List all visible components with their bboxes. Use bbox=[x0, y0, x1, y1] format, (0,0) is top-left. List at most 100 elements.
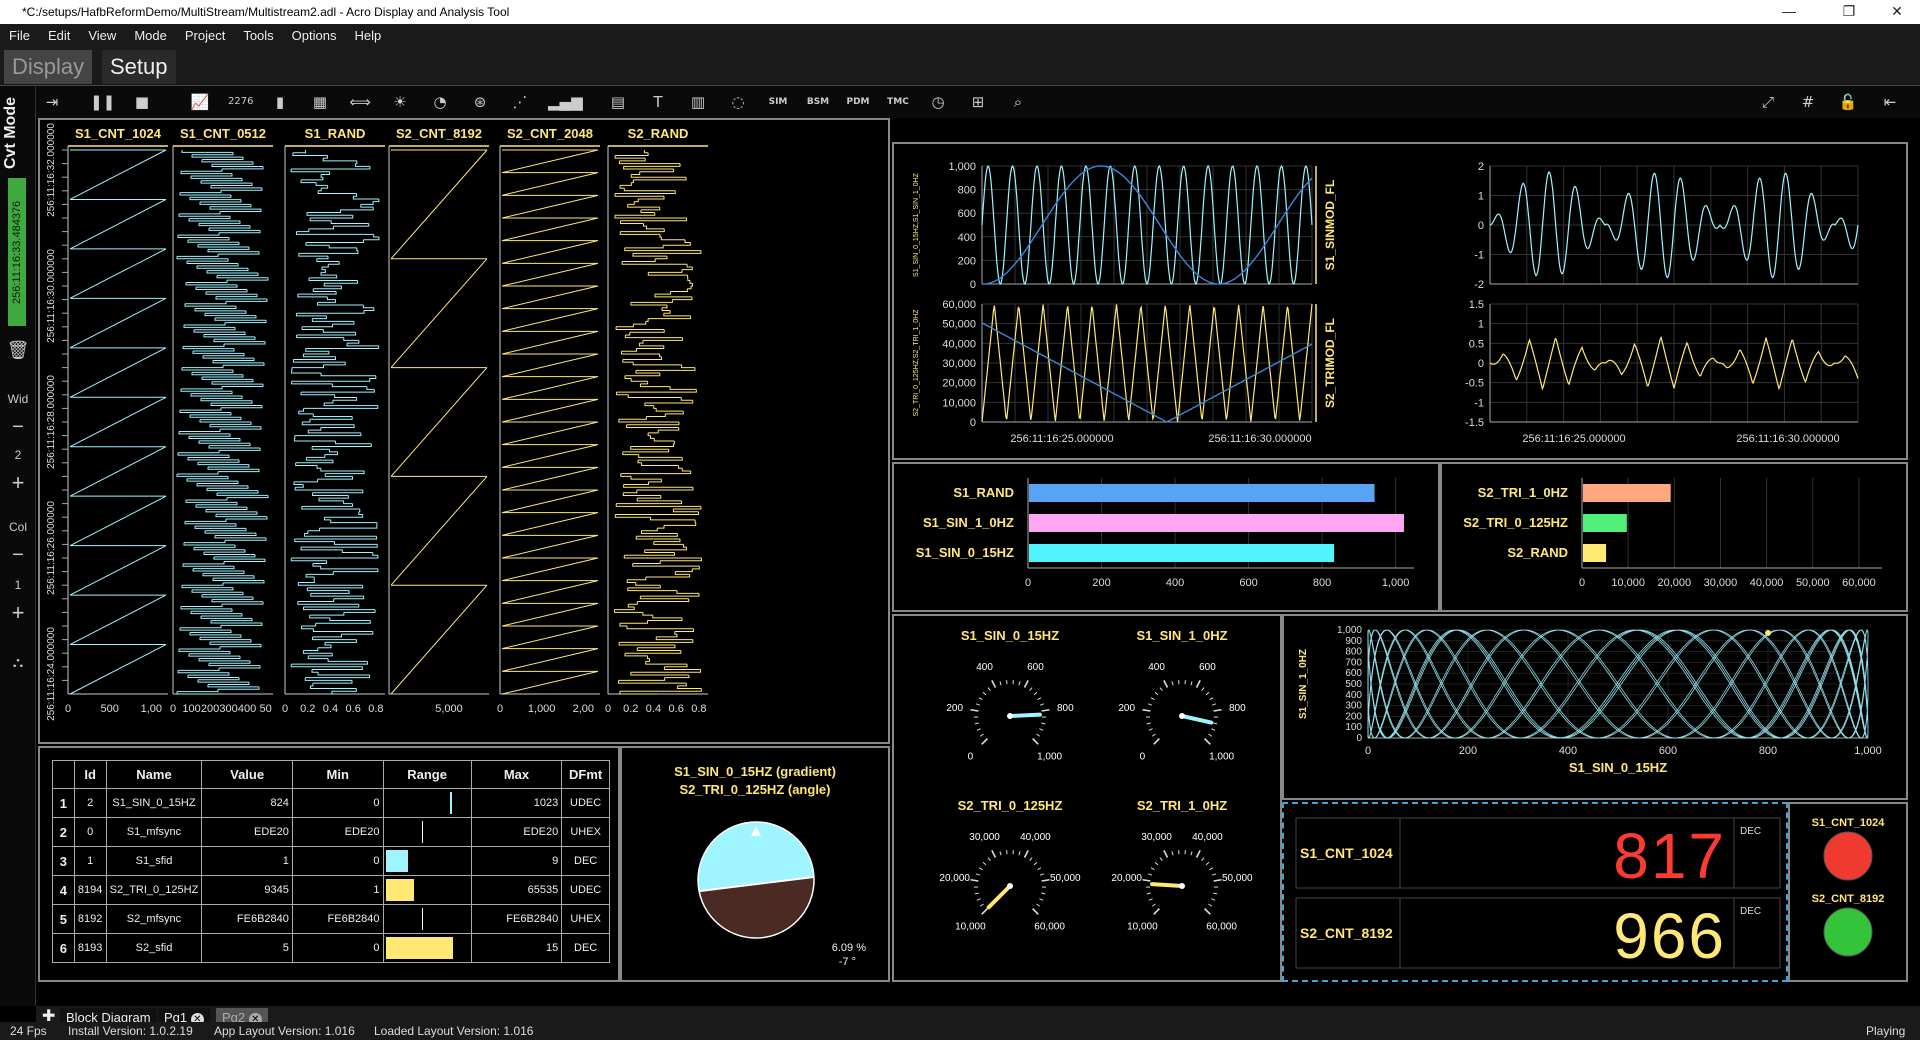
column-increase-button[interactable]: + bbox=[0, 600, 36, 626]
line-chart-svg[interactable]: 1,0008006004002000S1_SINMOD_FLS1_SIN_0_1… bbox=[894, 144, 1906, 458]
menu-help[interactable]: Help bbox=[345, 28, 390, 43]
table-row[interactable]: 5 8192 S2_mfsync FE6B2840 FE6B2840 FE6B2840 UH… bbox=[52, 904, 610, 934]
strip-chart-svg[interactable]: S1_CNT_10240 500 1,00S1_CNT_05120 100 200 300… bbox=[40, 120, 888, 742]
time-icon[interactable]: ◷ bbox=[926, 90, 950, 114]
document-icon[interactable]: ▤ bbox=[606, 90, 630, 114]
clock-dial-icon[interactable]: ◌ bbox=[726, 90, 750, 114]
strip-x-tick: 0.4 bbox=[646, 703, 661, 715]
line-chart-panel[interactable]: 1,000 800 600 400 200 0 S1_SINMOD_FL S1_SIN_0_1… bbox=[892, 142, 1908, 460]
gauge-tick bbox=[976, 898, 981, 901]
bsm-icon[interactable]: BSM bbox=[806, 90, 830, 114]
table-row[interactable]: 1 2 S1_SIN_0_15HZ 824 0 1023 UDEC bbox=[52, 788, 610, 818]
x-tick-label: 256:11:16:30.000000 bbox=[1208, 433, 1311, 445]
gauge-tick-label: 600 bbox=[1027, 662, 1044, 673]
numeric-display-icon[interactable]: 2276 bbox=[228, 90, 253, 114]
inspect-icon[interactable]: ⌕ bbox=[1006, 90, 1030, 114]
header-range[interactable]: Range bbox=[382, 760, 472, 789]
header-name[interactable]: Name bbox=[105, 760, 203, 789]
width-decrease-button[interactable]: − bbox=[0, 416, 36, 439]
strip-x-tick: 0 bbox=[170, 703, 176, 715]
xy-plot-svg[interactable]: 1,00090080070060050040030020010000 200 400… bbox=[1284, 616, 1906, 798]
table-row[interactable]: 2 0 S1_mfsync EDE20 EDE20 EDE20 UHEX bbox=[52, 817, 610, 847]
hierarchy-icon[interactable]: ⛬ bbox=[0, 654, 36, 671]
menu-tools[interactable]: Tools bbox=[234, 28, 282, 43]
menu-project[interactable]: Project bbox=[176, 28, 234, 43]
unlock-icon[interactable]: 🔓 bbox=[1836, 90, 1860, 114]
bar-chart-icon[interactable]: ▮ bbox=[268, 90, 292, 114]
gauge-tick bbox=[1195, 849, 1201, 858]
menu-options[interactable]: Options bbox=[283, 28, 346, 43]
minimize-button[interactable]: — bbox=[1766, 0, 1812, 24]
gauge-tick bbox=[1033, 861, 1038, 866]
header-id[interactable]: Id bbox=[73, 760, 107, 789]
gauge-tick-label: 0 bbox=[968, 752, 974, 763]
x-tick-label: 256:11:16:25.000000 bbox=[1010, 433, 1113, 445]
menu-view[interactable]: View bbox=[79, 28, 125, 43]
maximize-button[interactable]: ❐ bbox=[1826, 0, 1872, 24]
collapse-left-icon[interactable]: ⇤ bbox=[1878, 90, 1902, 114]
tmc-icon[interactable]: TMC bbox=[886, 90, 910, 114]
cell-range bbox=[382, 817, 472, 847]
gauge-tick bbox=[1208, 733, 1213, 737]
gauge-icon[interactable]: ◔ bbox=[428, 90, 452, 114]
header-min[interactable]: Min bbox=[291, 760, 384, 789]
bar-chart-1[interactable]: 0 200 400 600 800 1,000 S1_RAND S1_SIN_1_0HZ S1_… bbox=[894, 464, 1438, 610]
gauge-title: S2_TRI_0_125HZ bbox=[958, 798, 1063, 813]
cell-name: S2_TRI_0_125HZ bbox=[105, 875, 203, 905]
strip-chart-panel[interactable]: S1_CNT_1024 0 500 1,00 S1_CNT_0512 0 100 200 300… bbox=[38, 118, 890, 744]
dial-icon[interactable]: ⊛ bbox=[468, 90, 492, 114]
strip-trace-path bbox=[614, 150, 702, 695]
sim-icon[interactable]: SIM bbox=[766, 90, 790, 114]
bar-x-tick: 800 bbox=[1313, 577, 1331, 589]
cell-range bbox=[382, 875, 472, 905]
cell-name: S1_SIN_0_15HZ bbox=[105, 788, 203, 818]
y-tick-label: -1 bbox=[1474, 397, 1484, 409]
text-icon[interactable]: T bbox=[646, 90, 670, 114]
grid-icon[interactable]: ▥ bbox=[686, 90, 710, 114]
line-chart-icon[interactable]: 📈 bbox=[188, 90, 212, 114]
column-label: Col bbox=[8, 520, 27, 534]
led-label: S1_CNT_1024 bbox=[1812, 817, 1886, 829]
dock-right-icon[interactable]: ⇥ bbox=[40, 90, 64, 114]
tab-display[interactable]: Display bbox=[4, 50, 93, 84]
strip-title: S2_RAND bbox=[628, 126, 689, 141]
tab-setup[interactable]: Setup bbox=[102, 50, 176, 84]
column-decrease-button[interactable]: − bbox=[0, 544, 36, 567]
alarm-icon[interactable]: ☀ bbox=[388, 90, 412, 114]
table-row[interactable]: 3 1 S1_sfid 1 0 9 DEC bbox=[52, 846, 610, 876]
grid-lock-icon[interactable]: # bbox=[1796, 90, 1820, 114]
digital-readout-panel: S1_CNT_1024 817 DEC S2_CNT_8192 966 DEC bbox=[1282, 802, 1788, 982]
table-icon[interactable]: ▦ bbox=[308, 90, 332, 114]
mode-tab-bar: Display Setup bbox=[0, 46, 1920, 86]
link-icon[interactable]: ⟺ bbox=[348, 90, 372, 114]
close-button[interactable]: ✕ bbox=[1874, 0, 1920, 24]
pause-icon[interactable]: ❚❚ bbox=[90, 90, 115, 114]
gauge-tick bbox=[979, 733, 984, 737]
bar-chart-panel-1[interactable]: 0 200 400 600 800 1,000 S1_RAND S1_SIN_1_0HZ S1_… bbox=[892, 462, 1440, 612]
menu-mode[interactable]: Mode bbox=[125, 28, 176, 43]
header-value[interactable]: Value bbox=[201, 760, 293, 789]
stop-icon[interactable]: ■ bbox=[130, 90, 154, 114]
xy-plot-panel[interactable]: 1,000 900 800 700 600 500 400 300 200 100 0 0 200 400… bbox=[1282, 614, 1908, 800]
strip-x-tick: 0 bbox=[282, 703, 288, 715]
gauge-tick bbox=[1032, 738, 1039, 745]
trash-icon[interactable]: 🗑 bbox=[0, 340, 36, 361]
menu-file[interactable]: File bbox=[0, 28, 39, 43]
bar-chart-2[interactable]: 0 10,000 20,000 30,000 40,000 50,000 60,000 S2_… bbox=[1442, 464, 1906, 610]
bar-chart-panel-2[interactable]: 0 10,000 20,000 30,000 40,000 50,000 60,000 S2_… bbox=[1440, 462, 1908, 612]
width-increase-button[interactable]: + bbox=[0, 470, 36, 496]
pdm-icon[interactable]: PDM bbox=[846, 90, 870, 114]
header-dfmt[interactable]: DFmt bbox=[561, 760, 610, 789]
fullscreen-icon[interactable]: ⤢ bbox=[1756, 90, 1780, 114]
gauge-tick bbox=[1148, 898, 1153, 901]
menu-edit[interactable]: Edit bbox=[39, 28, 79, 43]
histogram-icon[interactable]: ▂▄▆ bbox=[548, 90, 583, 114]
bar-x-tick: 20,000 bbox=[1657, 577, 1691, 589]
scatter-icon[interactable]: ⋰ bbox=[508, 90, 532, 114]
header-max[interactable]: Max bbox=[470, 760, 563, 789]
map-icon[interactable]: ⊞ bbox=[966, 90, 990, 114]
table-row[interactable]: 6 8193 S2_sfid 5 0 15 DEC bbox=[52, 933, 610, 963]
gauge-tick bbox=[974, 722, 979, 725]
range-bar bbox=[385, 850, 408, 872]
table-row[interactable]: 4 8194 S2_TRI_0_125HZ 9345 1 65535 UDEC bbox=[52, 875, 610, 905]
